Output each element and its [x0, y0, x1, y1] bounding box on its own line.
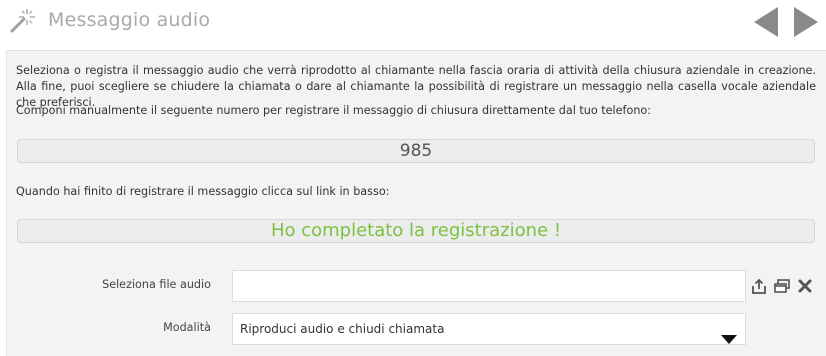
mode-select[interactable]: Riproduci audio e chiudi chiamata: [232, 313, 746, 345]
clear-icon[interactable]: [798, 278, 812, 297]
recording-done-label: Ho completato la registrazione !: [270, 220, 562, 241]
finish-instruction-text: Quando hai finito di registrare il messa…: [16, 185, 390, 198]
previous-step-button[interactable]: [752, 6, 780, 38]
arrow-left-icon: [754, 7, 778, 37]
page-header: Messaggio audio: [0, 0, 826, 44]
audio-message-panel: Seleziona o registra il messaggio audio …: [6, 50, 826, 356]
dial-instruction-text: Componi manualmente il seguente numero p…: [16, 104, 652, 117]
chevron-down-icon: [721, 325, 737, 355]
recording-done-link[interactable]: Ho completato la registrazione !: [17, 219, 815, 243]
upload-icon[interactable]: [752, 278, 766, 298]
dial-number-display: 985: [17, 139, 815, 163]
audio-file-field[interactable]: [232, 270, 746, 302]
mode-selected-value: Riproduci audio e chiudi chiamata: [240, 322, 445, 336]
page-title: Messaggio audio: [48, 9, 211, 31]
mode-label: Modalità: [163, 321, 211, 334]
file-audio-label: Seleziona file audio: [102, 278, 211, 291]
dial-number: 985: [399, 141, 433, 161]
arrow-right-icon: [794, 7, 818, 37]
open-window-icon[interactable]: [774, 278, 790, 297]
magic-wand-icon: [8, 6, 36, 34]
file-actions-group: [752, 277, 812, 295]
next-step-button[interactable]: [792, 6, 820, 38]
